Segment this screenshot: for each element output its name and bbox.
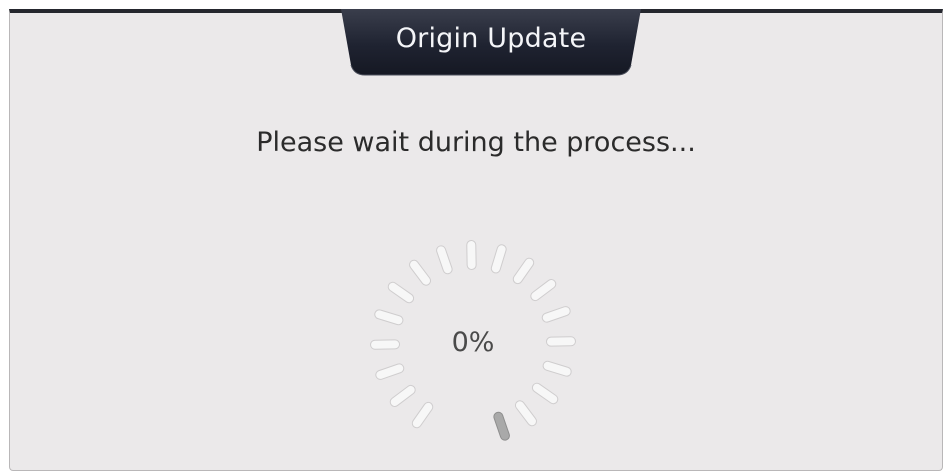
progress-spinner: 0% (363, 233, 583, 453)
spinner-segment (491, 245, 506, 273)
spinner-segment (388, 282, 414, 303)
status-message: Please wait during the process... (256, 127, 696, 158)
dialog-title-tab: Origin Update (341, 9, 641, 78)
spinner-segment (532, 383, 558, 404)
spinner-segment (410, 260, 431, 285)
spinner-segment (531, 280, 556, 301)
dialog-title: Origin Update (395, 23, 587, 54)
spinner-segment (515, 401, 536, 426)
spinner-segment (390, 385, 415, 406)
spinner-segment (412, 402, 433, 428)
update-dialog: Origin Update Please wait during the pro… (9, 9, 943, 471)
progress-percent: 0% (451, 327, 495, 358)
spinner-segment (543, 361, 571, 376)
spinner-segment (375, 310, 403, 325)
spinner-segment (513, 258, 534, 284)
